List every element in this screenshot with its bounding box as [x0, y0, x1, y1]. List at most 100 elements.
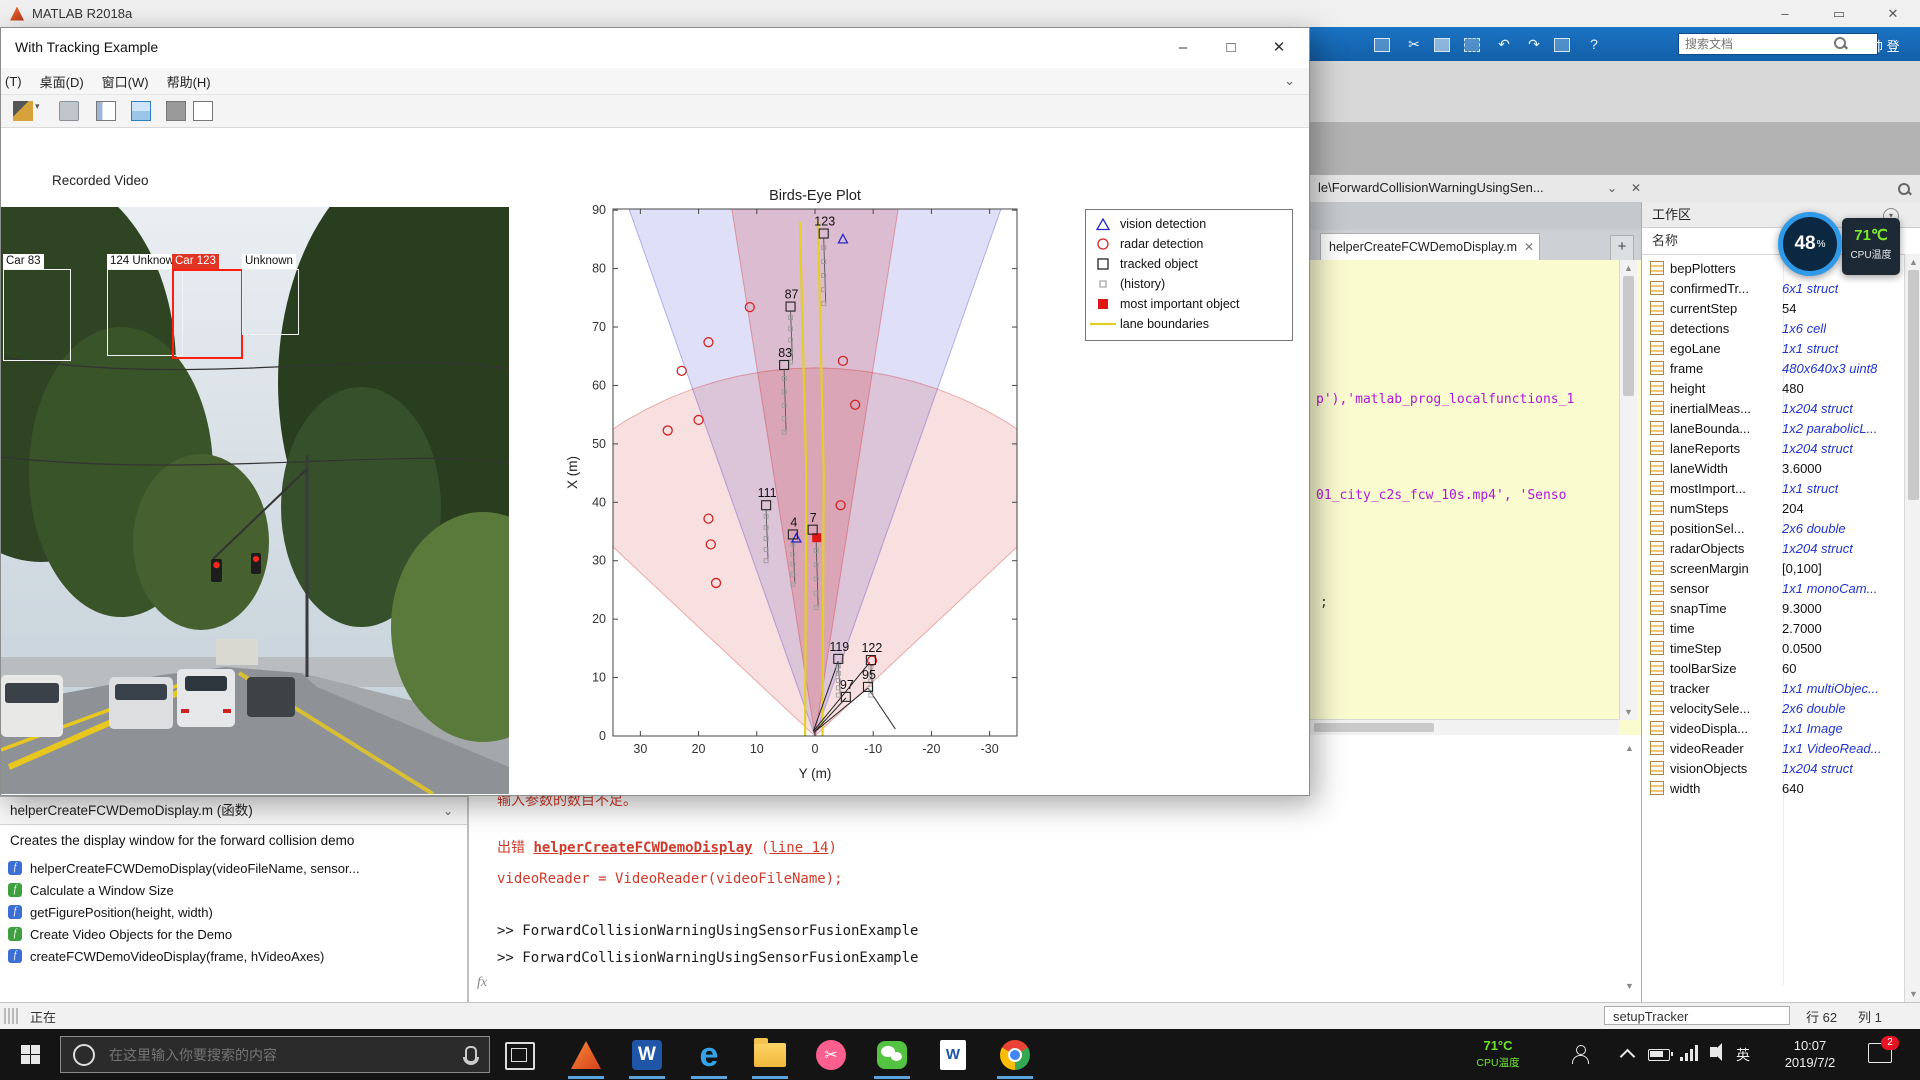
layout-grid-icon[interactable] [131, 101, 151, 121]
workspace-row[interactable]: egoLane1x1 struct [1642, 338, 1904, 358]
filled-square-icon[interactable] [166, 101, 186, 121]
layout-left-icon[interactable] [96, 101, 116, 121]
cpu-temp-widget[interactable]: 71℃ CPU温度 [1842, 218, 1900, 275]
help-icon[interactable]: ? [1584, 35, 1604, 53]
input-language-indicator[interactable]: 英 [1736, 1045, 1750, 1080]
print-icon[interactable] [59, 101, 79, 121]
editor-vscrollbar[interactable]: ▲ ▼ [1619, 260, 1637, 720]
people-icon[interactable] [1572, 1045, 1588, 1063]
save-icon[interactable] [1374, 38, 1390, 52]
os-close-button[interactable]: ✕ [1866, 0, 1920, 27]
workspace-row[interactable]: width640 [1642, 778, 1904, 798]
folder-search-icon[interactable] [1898, 183, 1910, 195]
taskbar-app-snip[interactable]: ✂ [809, 1034, 853, 1076]
action-center-icon[interactable]: 2 [1868, 1043, 1892, 1063]
workspace-scrollbar[interactable]: ▲ ▼ [1904, 254, 1920, 1002]
os-minimize-button[interactable]: – [1758, 0, 1812, 27]
workspace-row[interactable]: inertialMeas...1x204 struct [1642, 398, 1904, 418]
workspace-row[interactable]: height480 [1642, 378, 1904, 398]
tab-close-icon[interactable]: ✕ [1524, 234, 1534, 260]
editor-tab[interactable]: helperCreateFCWDemoDisplay.m ✕ [1320, 233, 1540, 261]
cmd-scroll-up-icon[interactable]: ▲ [1621, 743, 1638, 753]
editor-hscrollbar[interactable] [1310, 719, 1619, 735]
taskbar-app-edge[interactable]: e [687, 1034, 731, 1076]
editor-pane[interactable]: p'),'matlab_prog_localfunctions_1 01_cit… [1310, 260, 1641, 735]
new-tab-button[interactable]: + [1610, 235, 1634, 261]
tray-expand-icon[interactable] [1620, 1049, 1636, 1065]
cpu-usage-widget[interactable]: 48% [1778, 212, 1842, 276]
address-dropdown-icon[interactable]: ⌄ [1602, 179, 1622, 197]
taskbar-app-wechat[interactable] [870, 1034, 914, 1076]
menu-tools[interactable]: (T) [5, 74, 22, 89]
workspace-row[interactable]: laneReports1x204 struct [1642, 438, 1904, 458]
workspace-row[interactable]: laneBounda...1x2 parabolicL... [1642, 418, 1904, 438]
brush-dropdown-icon[interactable]: ▾ [35, 101, 45, 121]
workspace-row[interactable]: snapTime9.3000 [1642, 598, 1904, 618]
search-icon[interactable] [1834, 37, 1846, 49]
start-button[interactable] [0, 1029, 60, 1080]
workspace-row[interactable]: radarObjects1x204 struct [1642, 538, 1904, 558]
column-name[interactable]: 名称 [1642, 228, 1783, 254]
error-function-link[interactable]: helperCreateFCWDemoDisplay [533, 840, 752, 856]
taskbar-clock[interactable]: 10:07 2019/7/2 [1762, 1037, 1858, 1080]
taskbar-app-chrome[interactable] [993, 1034, 1037, 1076]
workspace-row[interactable]: visionObjects1x204 struct [1642, 758, 1904, 778]
workspace-row[interactable]: detections1x6 cell [1642, 318, 1904, 338]
function-list-item[interactable]: fhelperCreateFCWDemoDisplay(videoFileNam… [0, 857, 467, 879]
dock-arrow-icon[interactable]: ⌄ [1284, 73, 1295, 89]
menu-help[interactable]: 帮助(H) [167, 72, 211, 91]
figure-close-button[interactable]: ✕ [1255, 28, 1303, 68]
workspace-row[interactable]: time2.7000 [1642, 618, 1904, 638]
tray-cpu-temp[interactable]: 71°C CPU温度 [1462, 1038, 1534, 1080]
doc-search-input[interactable] [1678, 33, 1878, 55]
taskbar-app-word-doc[interactable] [931, 1034, 975, 1076]
function-panel-header[interactable]: helperCreateFCWDemoDisplay.m (函数) ⌄ [0, 797, 467, 825]
cut-icon[interactable]: ✂ [1404, 35, 1424, 53]
workspace-row[interactable]: timeStep0.0500 [1642, 638, 1904, 658]
undo-icon[interactable]: ↶ [1494, 35, 1514, 53]
function-list-item[interactable]: fCalculate a Window Size [0, 879, 467, 901]
taskbar-app-word[interactable]: W [625, 1034, 669, 1076]
taskbar-search[interactable] [60, 1036, 490, 1073]
brush-icon[interactable] [13, 101, 33, 121]
figure-minimize-button[interactable]: – [1159, 28, 1207, 68]
figure-titlebar[interactable]: With Tracking Example – □ ✕ [1, 28, 1309, 69]
outline-square-icon[interactable] [193, 101, 213, 121]
network-icon[interactable] [1680, 1045, 1698, 1061]
workspace-row[interactable]: numSteps204 [1642, 498, 1904, 518]
os-maximize-button[interactable]: ▭ [1812, 0, 1866, 27]
workspace-row[interactable]: videoDispla...1x1 Image [1642, 718, 1904, 738]
taskbar-app-matlab[interactable] [564, 1034, 608, 1076]
workspace-row[interactable]: velocitySele...2x6 double [1642, 698, 1904, 718]
battery-icon[interactable] [1648, 1049, 1670, 1061]
menu-desktop[interactable]: 桌面(D) [40, 72, 84, 91]
taskbar-app-explorer[interactable] [748, 1034, 792, 1076]
error-line-link[interactable]: line 14 [769, 840, 828, 856]
paste-icon[interactable] [1464, 38, 1480, 52]
window-layout-icon[interactable] [1554, 38, 1570, 52]
microphone-icon[interactable] [465, 1046, 477, 1063]
workspace-row[interactable]: sensor1x1 monoCam... [1642, 578, 1904, 598]
function-list-item[interactable]: fCreate Video Objects for the Demo [0, 923, 467, 945]
workspace-row[interactable]: mostImport...1x1 struct [1642, 478, 1904, 498]
workspace-row[interactable]: currentStep54 [1642, 298, 1904, 318]
function-list-item[interactable]: fgetFigurePosition(height, width) [0, 901, 467, 923]
redo-icon[interactable]: ↷ [1524, 35, 1544, 53]
workspace-row[interactable]: screenMargin[0,100] [1642, 558, 1904, 578]
workspace-row[interactable]: tracker1x1 multiObjec... [1642, 678, 1904, 698]
copy-icon[interactable] [1434, 38, 1450, 52]
workspace-row[interactable]: videoReader1x1 VideoRead... [1642, 738, 1904, 758]
workspace-row[interactable]: frame480x640x3 uint8 [1642, 358, 1904, 378]
taskbar-search-input[interactable] [107, 1046, 431, 1064]
workspace-row[interactable]: laneWidth3.6000 [1642, 458, 1904, 478]
chevron-down-icon[interactable]: ⌄ [443, 797, 453, 825]
cmd-scroll-down-icon[interactable]: ▼ [1621, 981, 1638, 991]
menu-window[interactable]: 窗口(W) [102, 72, 149, 91]
figure-maximize-button[interactable]: □ [1207, 28, 1255, 68]
workspace-row[interactable]: confirmedTr...6x1 struct [1642, 278, 1904, 298]
workspace-row[interactable]: positionSel...2x6 double [1642, 518, 1904, 538]
user-name[interactable]: 帅 登 [1870, 36, 1900, 55]
address-bar[interactable]: le\ForwardCollisionWarningUsingSen... ⌄ … [1310, 175, 1920, 203]
volume-icon[interactable] [1710, 1047, 1717, 1057]
workspace-row[interactable]: toolBarSize60 [1642, 658, 1904, 678]
